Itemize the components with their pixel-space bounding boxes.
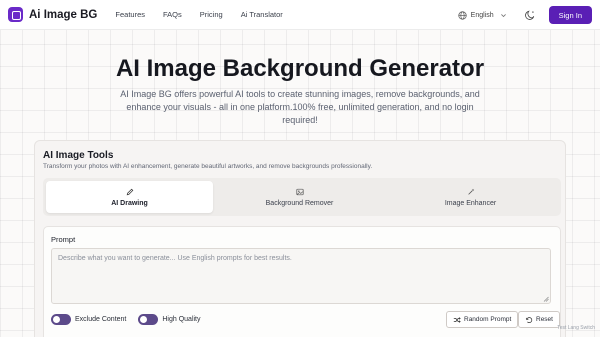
logo-icon — [8, 7, 23, 22]
tab-ai-drawing[interactable]: AI Drawing — [46, 181, 213, 213]
top-navbar: Ai Image BG Features FAQs Pricing Ai Tra… — [0, 0, 600, 30]
high-quality-label: High Quality — [162, 316, 201, 323]
tab-image-enhancer[interactable]: Image Enhancer — [387, 181, 554, 213]
nav-link-pricing[interactable]: Pricing — [200, 10, 223, 19]
high-quality-toggle[interactable] — [138, 314, 159, 325]
theme-toggle-button[interactable] — [524, 10, 535, 20]
page-subtitle: AI Image BG offers powerful AI tools to … — [120, 89, 480, 125]
reset-icon — [525, 316, 533, 323]
exclude-content-toggle[interactable] — [51, 314, 71, 325]
tools-title: AI Image Tools — [43, 150, 114, 161]
exclude-content-label: Exclude Content — [75, 316, 127, 323]
options-row: Exclude Content High Quality — [51, 314, 213, 325]
language-selector[interactable]: English — [458, 10, 511, 20]
tab-label: AI Drawing — [111, 199, 148, 207]
prompt-input[interactable] — [51, 248, 551, 304]
nav-actions: English Sign In — [458, 0, 592, 30]
wand-icon — [467, 188, 474, 195]
lang-switch-note: Test Lang Switch — [557, 325, 595, 331]
globe-icon — [458, 10, 467, 20]
nav-link-faqs[interactable]: FAQs — [163, 10, 182, 19]
nav-link-ai-translator[interactable]: Ai Translator — [241, 10, 283, 19]
nav-links: Features FAQs Pricing Ai Translator — [115, 10, 300, 19]
brand-name: Ai Image BG — [29, 8, 98, 21]
moon-icon — [524, 10, 534, 20]
tab-label: Image Enhancer — [444, 199, 497, 207]
chevron-down-icon — [500, 13, 506, 17]
shuffle-icon — [453, 316, 461, 323]
reset-label: Reset — [536, 316, 553, 323]
resize-grip-icon[interactable] — [543, 296, 549, 302]
tab-label: Background Remover — [265, 199, 334, 207]
reset-button[interactable]: Reset — [518, 311, 560, 328]
sign-in-button[interactable]: Sign In — [548, 6, 592, 24]
ai-tools-card: AI Image Tools Transform your photos wit… — [34, 140, 566, 337]
image-icon — [295, 188, 304, 195]
random-prompt-button[interactable]: Random Prompt — [446, 311, 519, 328]
tools-tabs: AI Drawing Background Remover Image Enha… — [43, 178, 561, 216]
ai-drawing-panel: Prompt Exclude Content High Quality Rand… — [43, 226, 561, 337]
page-title: AI Image Background Generator — [115, 55, 485, 82]
brand-logo[interactable]: Ai Image BG — [8, 7, 97, 22]
tab-background-remover[interactable]: Background Remover — [216, 181, 383, 213]
random-prompt-label: Random Prompt — [464, 316, 512, 323]
language-label: English — [470, 11, 494, 19]
tools-description: Transform your photos with AI enhancemen… — [43, 163, 373, 170]
pencil-icon — [126, 188, 133, 195]
nav-link-features[interactable]: Features — [115, 10, 145, 19]
prompt-label: Prompt — [51, 235, 76, 244]
